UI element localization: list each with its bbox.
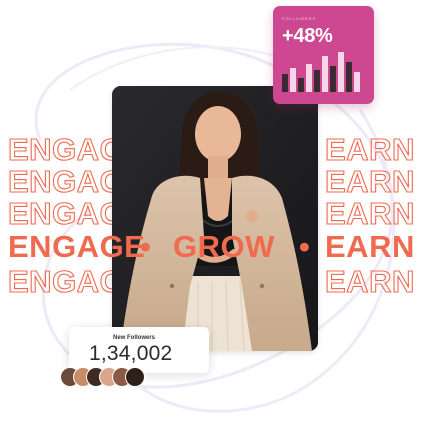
- separator-dot: •: [140, 229, 152, 264]
- headline-row-4: ENGAGE • GROW • EARN: [8, 230, 428, 264]
- headline-earn: EARN: [324, 164, 415, 199]
- new-followers-count: 1,34,002: [89, 342, 173, 365]
- bar-chart-icon: [282, 52, 360, 92]
- headline-grow-solid: GROW: [173, 229, 275, 264]
- headline-earn: EARN: [324, 196, 415, 231]
- headline-earn-solid: EARN: [325, 229, 415, 264]
- headline-earn: EARN: [324, 264, 415, 299]
- avatar-icon: [125, 367, 145, 387]
- follower-avatars: [60, 367, 150, 387]
- headline-earn: EARN: [324, 132, 415, 167]
- hero-graphic: ENGAGE EARN ENGAGE EARN ENGAGE EARN ENGA…: [0, 0, 431, 424]
- new-followers-title: New Followers: [113, 335, 156, 341]
- separator-dot: •: [299, 229, 311, 264]
- influencer-photo: [112, 86, 318, 351]
- headline-engage-solid: ENGAGE: [8, 229, 146, 264]
- growth-card: FOLLOWERS +48%: [273, 6, 374, 104]
